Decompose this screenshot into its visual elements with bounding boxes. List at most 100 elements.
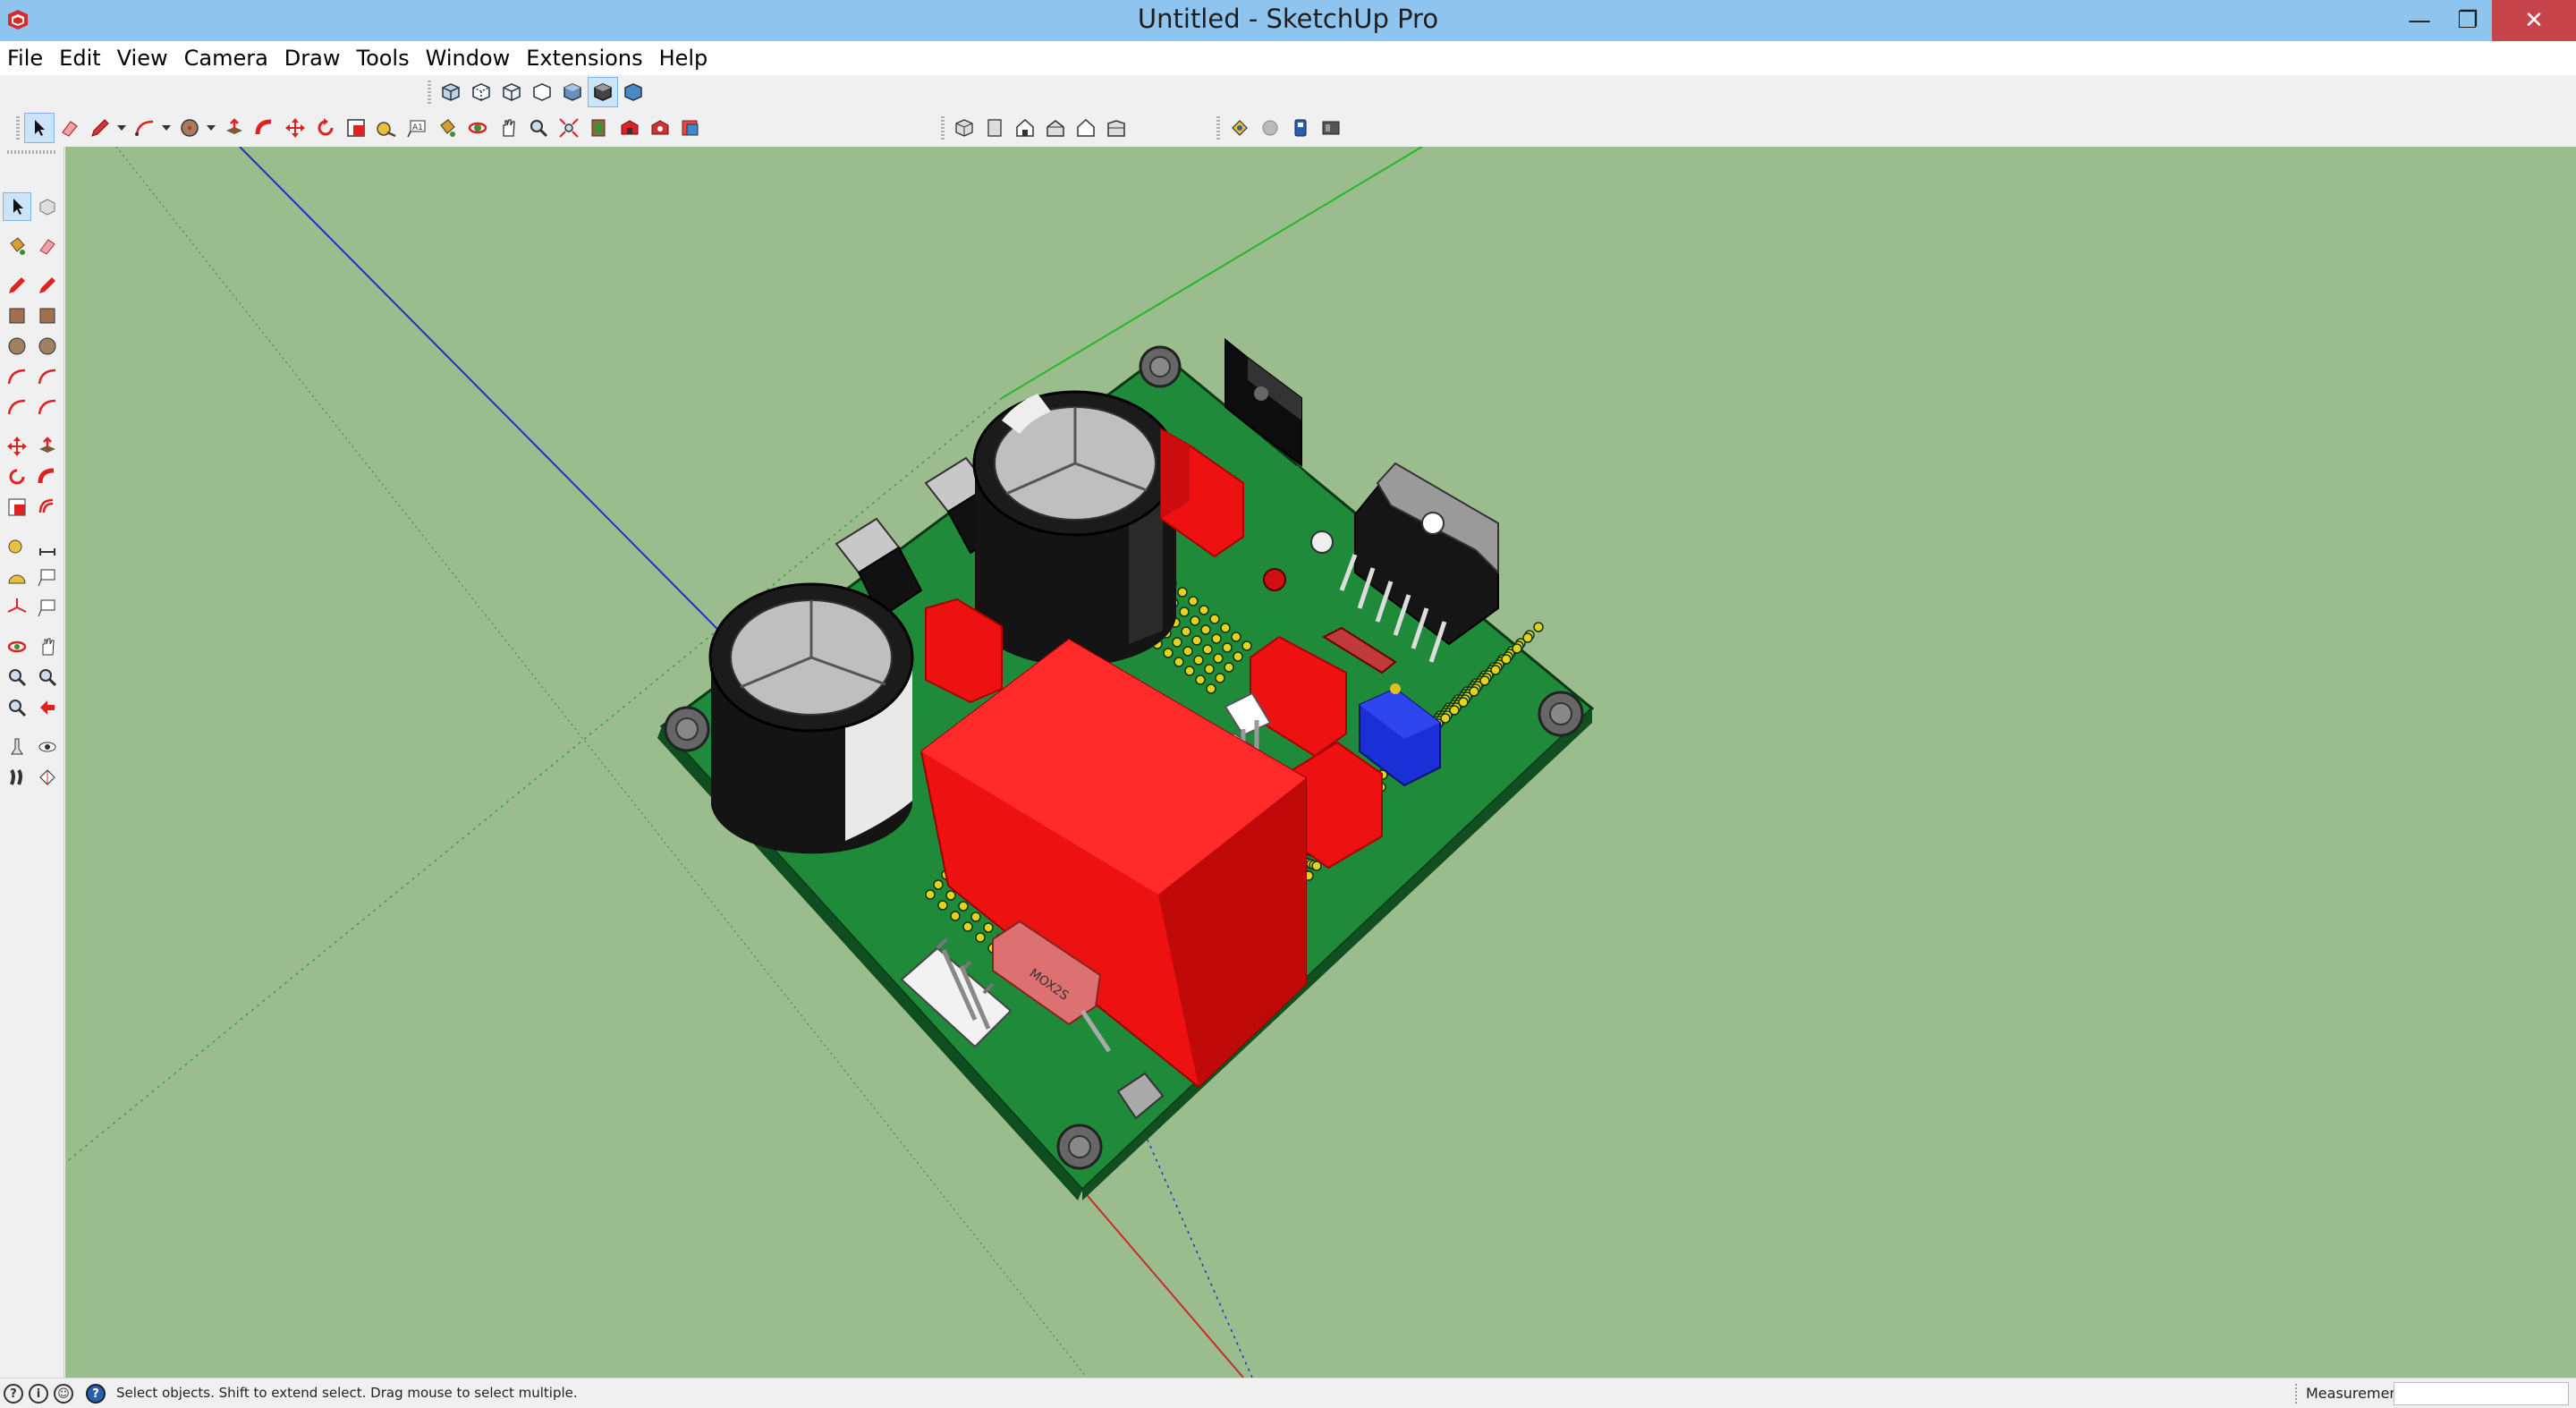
palette-paint-bucket-icon[interactable] bbox=[4, 233, 30, 259]
toolbar-grip[interactable] bbox=[16, 116, 20, 140]
section-plane-icon[interactable] bbox=[1225, 114, 1254, 142]
palette-scale-icon[interactable] bbox=[4, 494, 30, 521]
warehouse-icon[interactable] bbox=[615, 114, 644, 142]
user-account-icon[interactable]: ☺ bbox=[54, 1384, 73, 1404]
shaded-icon[interactable] bbox=[558, 78, 587, 106]
palette-select-icon[interactable] bbox=[3, 192, 31, 221]
menu-extensions[interactable]: Extensions bbox=[524, 46, 644, 71]
move-icon[interactable] bbox=[281, 114, 309, 142]
back-view-icon[interactable] bbox=[1072, 114, 1100, 142]
push-pull-icon[interactable] bbox=[220, 114, 249, 142]
menu-file[interactable]: File bbox=[5, 46, 45, 71]
pencil-dropdown[interactable] bbox=[116, 114, 127, 142]
palette-make-component-icon[interactable] bbox=[34, 193, 61, 220]
palette-pie-icon[interactable] bbox=[34, 394, 61, 420]
component-icon[interactable] bbox=[585, 114, 614, 142]
left-view-icon[interactable] bbox=[1102, 114, 1131, 142]
palette-three-point-arc-icon[interactable] bbox=[4, 394, 30, 420]
extension-warehouse-icon[interactable] bbox=[646, 114, 674, 142]
model-scene[interactable]: MOX2S bbox=[65, 147, 2576, 1378]
scale-icon[interactable] bbox=[342, 114, 370, 142]
palette-rotated-rectangle-icon[interactable] bbox=[34, 302, 61, 329]
menu-window[interactable]: Window bbox=[424, 46, 513, 71]
close-button[interactable]: ✕ bbox=[2492, 0, 2576, 41]
measurements-field[interactable] bbox=[2394, 1382, 2569, 1405]
maximize-button[interactable]: ❐ bbox=[2444, 0, 2492, 41]
palette-dimension-icon[interactable] bbox=[34, 533, 61, 560]
palette-line-icon[interactable] bbox=[4, 272, 30, 299]
palette-text-icon[interactable] bbox=[34, 564, 61, 590]
menu-view[interactable]: View bbox=[115, 46, 170, 71]
front-view-icon[interactable] bbox=[1011, 114, 1039, 142]
capacitor-front[interactable] bbox=[708, 582, 914, 854]
palette-freehand-icon[interactable] bbox=[34, 272, 61, 299]
palette-orbit-icon[interactable] bbox=[4, 633, 30, 660]
palette-rectangle-icon[interactable] bbox=[4, 302, 30, 329]
palette-pan-icon[interactable] bbox=[34, 633, 61, 660]
palette-3d-text-icon[interactable] bbox=[34, 594, 61, 621]
toolbar-grip[interactable] bbox=[1216, 116, 1220, 140]
palette-circle-icon[interactable] bbox=[4, 333, 30, 360]
palette-axes-icon[interactable] bbox=[4, 594, 30, 621]
zoom-extents-icon[interactable] bbox=[555, 114, 583, 142]
palette-previous-view-icon[interactable] bbox=[34, 694, 61, 721]
palette-follow-me-icon[interactable] bbox=[34, 463, 61, 490]
pencil-icon[interactable] bbox=[86, 114, 114, 142]
monochrome-icon[interactable] bbox=[619, 78, 648, 106]
drawing-viewport[interactable]: MOX2S bbox=[65, 147, 2576, 1378]
geo-location-icon[interactable]: ? bbox=[4, 1384, 23, 1404]
top-view-icon[interactable] bbox=[980, 114, 1009, 142]
palette-position-camera-icon[interactable] bbox=[4, 734, 30, 760]
menu-tools[interactable]: Tools bbox=[354, 46, 411, 71]
palette-protractor-icon[interactable] bbox=[4, 564, 30, 590]
palette-push-pull-icon[interactable] bbox=[34, 433, 61, 460]
toolbar-grip[interactable] bbox=[428, 81, 431, 104]
display-section-icon[interactable] bbox=[1256, 114, 1284, 142]
palette-two-point-arc-icon[interactable] bbox=[34, 363, 61, 390]
menu-edit[interactable]: Edit bbox=[57, 46, 102, 71]
small-white-capacitor[interactable] bbox=[1310, 530, 1334, 554]
xray-icon[interactable] bbox=[436, 78, 465, 106]
palette-polygon-icon[interactable] bbox=[34, 333, 61, 360]
zoom-icon[interactable] bbox=[524, 114, 553, 142]
palette-tape-measure-icon[interactable] bbox=[4, 533, 30, 560]
palette-arc-icon[interactable] bbox=[4, 363, 30, 390]
shaded-textures-icon[interactable] bbox=[588, 77, 618, 107]
iso-view-icon[interactable] bbox=[950, 114, 979, 142]
text-icon[interactable]: A1 bbox=[402, 114, 431, 142]
instructor-icon[interactable]: ? bbox=[86, 1384, 106, 1404]
menu-help[interactable]: Help bbox=[657, 46, 710, 71]
hidden-line-icon[interactable] bbox=[528, 78, 556, 106]
arc-dropdown[interactable] bbox=[161, 114, 172, 142]
palette-walk-icon[interactable] bbox=[4, 764, 30, 791]
credits-icon[interactable]: i bbox=[29, 1384, 48, 1404]
palette-move-icon[interactable] bbox=[4, 433, 30, 460]
orbit-icon[interactable] bbox=[463, 114, 492, 142]
palette-rotate-icon[interactable] bbox=[4, 463, 30, 490]
palette-zoom-extents-icon[interactable] bbox=[4, 694, 30, 721]
follow-me-icon[interactable] bbox=[250, 114, 279, 142]
capacitor-rear[interactable] bbox=[972, 390, 1178, 666]
palette-section-icon[interactable] bbox=[34, 764, 61, 791]
palette-grip[interactable] bbox=[7, 150, 57, 154]
menu-draw[interactable]: Draw bbox=[283, 46, 343, 71]
palette-zoom-window-icon[interactable] bbox=[34, 664, 61, 691]
palette-offset-icon[interactable] bbox=[34, 494, 61, 521]
tape-measure-icon[interactable] bbox=[372, 114, 401, 142]
circle-dropdown[interactable] bbox=[206, 114, 216, 142]
pan-icon[interactable] bbox=[494, 114, 522, 142]
ruby-console-icon[interactable] bbox=[1286, 114, 1315, 142]
minimize-button[interactable]: — bbox=[2395, 0, 2444, 41]
small-red-capacitor[interactable] bbox=[1263, 568, 1286, 591]
layout-icon[interactable] bbox=[676, 114, 705, 142]
wireframe-icon[interactable] bbox=[497, 78, 526, 106]
eraser-icon[interactable] bbox=[55, 114, 84, 142]
palette-eraser-icon[interactable] bbox=[34, 233, 61, 259]
menu-camera[interactable]: Camera bbox=[182, 46, 270, 71]
right-view-icon[interactable] bbox=[1041, 114, 1070, 142]
palette-zoom-icon[interactable] bbox=[4, 664, 30, 691]
back-edges-icon[interactable] bbox=[467, 78, 496, 106]
paint-bucket-icon[interactable] bbox=[433, 114, 462, 142]
circle-icon[interactable] bbox=[175, 114, 204, 142]
palette-look-around-icon[interactable] bbox=[34, 734, 61, 760]
